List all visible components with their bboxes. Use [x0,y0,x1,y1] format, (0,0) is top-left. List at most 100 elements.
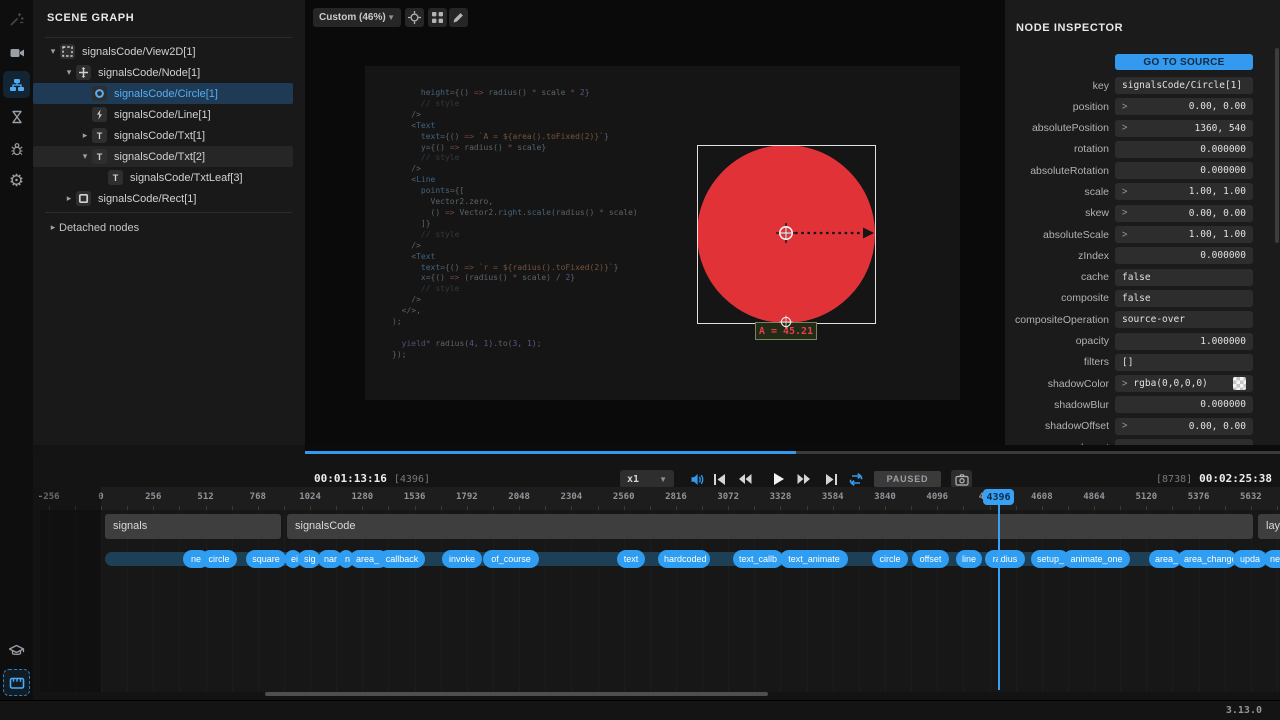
timeline-task-area_change[interactable]: area_change [1178,550,1236,568]
color-picker-button[interactable] [449,8,468,27]
go-to-source-button[interactable]: GO TO SOURCE [1115,54,1253,70]
tree-row[interactable]: ▾signalsCode/View2D[1] [33,41,293,62]
tree-row[interactable]: ▸signalsCode/Rect[1] [33,188,293,209]
tree-row[interactable]: TsignalsCode/TxtLeaf[3] [33,167,293,188]
property-label: composite [1005,292,1109,304]
zoom-select[interactable]: Custom (46%) ▼ [313,8,401,27]
property-value-position[interactable]: >0.00, 0.00 [1115,98,1253,115]
recenter-button[interactable] [405,8,424,27]
chevron-right-icon[interactable]: ▸ [47,222,59,233]
expand-chevron-icon[interactable]: > [1122,207,1127,219]
property-value-scale[interactable]: >1.00, 1.00 [1115,183,1253,200]
tree-row[interactable]: ▸TsignalsCode/Txt[1] [33,125,293,146]
property-value-opacity[interactable]: 1.000000 [1115,333,1253,350]
tree-row[interactable]: ▾signalsCode/Node[1] [33,62,293,83]
docs-icon[interactable] [3,637,30,664]
property-value-composite[interactable]: false [1115,290,1253,307]
timeline-task-text[interactable]: text [617,550,645,568]
property-value-key[interactable]: signalsCode/Circle[1] [1115,77,1253,94]
timeline-task-upda[interactable]: upda [1233,550,1267,568]
loop-button[interactable] [848,471,864,487]
chevron-right-icon[interactable]: ▸ [62,193,76,204]
timeline-task-circle[interactable]: circle [201,550,237,568]
tree-row[interactable]: signalsCode/Circle[1] [33,83,293,104]
color-swatch[interactable] [1233,377,1246,390]
timeline-task-animate_one[interactable]: animate_one [1063,550,1130,568]
scene-canvas[interactable]: height={() => radius() * scale * 2} // s… [365,66,960,400]
timeline-task-radius[interactable]: radius [985,550,1025,568]
timeline-task-circle[interactable]: circle [872,550,908,568]
expand-chevron-icon[interactable]: > [1122,229,1127,241]
timeline-task-hardcoded[interactable]: hardcoded [658,550,710,568]
property-value-skew[interactable]: >0.00, 0.00 [1115,205,1253,222]
property-value-text: signalsCode/Circle[1] [1122,80,1246,91]
timeline-task-line[interactable]: line [956,550,982,568]
timeline-task-square[interactable]: square [246,550,286,568]
time-events-icon[interactable] [3,103,30,130]
timeline-task-area_[interactable]: area_ [1149,550,1181,568]
property-label: absolutePosition [1005,122,1109,134]
expand-chevron-icon[interactable]: > [1122,420,1127,432]
effects-icon[interactable] [3,5,30,32]
scene-block-lay[interactable]: lay [1258,514,1280,539]
rewind-icon [738,473,752,485]
snapshot-button[interactable] [951,470,972,488]
scene-graph-icon[interactable] [3,71,30,98]
scene-block-signals[interactable]: signals [105,514,281,539]
version-label: 3.13.0 [1226,705,1262,716]
property-value-absoluteRotation[interactable]: 0.000000 [1115,162,1253,179]
playhead-badge[interactable]: 4396 [983,489,1014,505]
property-value-zIndex[interactable]: 0.000000 [1115,247,1253,264]
chevron-down-icon[interactable]: ▾ [78,151,92,162]
timeline-task-offset[interactable]: offset [912,550,949,568]
property-value-filters[interactable]: [] [1115,354,1253,371]
settings-icon[interactable]: ⚙ [3,167,30,194]
loop-icon [848,472,864,487]
detached-nodes-toggle[interactable]: ▸ Detached nodes [47,219,139,236]
property-value-absoluteScale[interactable]: >1.00, 1.00 [1115,226,1253,243]
timeline-scrollbar[interactable] [265,692,768,696]
tree-row[interactable]: ▾TsignalsCode/Txt[2] [33,146,293,167]
fast-forward-button[interactable] [796,471,812,487]
property-value-absolutePosition[interactable]: >1360, 540 [1115,120,1253,137]
property-value-shadowOffset[interactable]: >0.00, 0.00 [1115,418,1253,435]
console-icon[interactable] [3,135,30,162]
timeline-task-invoke[interactable]: invoke [442,550,482,568]
scene-block-signalsCode[interactable]: signalsCode [287,514,1253,539]
ruler-tick-label: 5120 [1135,492,1157,502]
timeline-task-text_callb[interactable]: text_callb [733,550,783,568]
timeline-task-nex[interactable]: nex [1264,550,1280,568]
timeline-task-text_animate[interactable]: text_animate [780,550,848,568]
expand-chevron-icon[interactable]: > [1122,378,1127,390]
timeline-task-of_course[interactable]: of_course [483,550,539,568]
property-label: shadowBlur [1005,399,1109,411]
timeline-task-sig[interactable]: sig [298,550,320,568]
inspector-scrollbar[interactable] [1275,48,1279,243]
chevron-right-icon[interactable]: ▸ [78,130,92,141]
property-value-cache[interactable]: false [1115,269,1253,286]
rewind-button[interactable] [737,471,753,487]
property-value-shadowBlur[interactable]: 0.000000 [1115,396,1253,413]
chevron-down-icon[interactable]: ▾ [62,67,76,78]
expand-chevron-icon[interactable]: > [1122,101,1127,113]
timeline-task-callback[interactable]: callback [379,550,425,568]
ruler-tick-label: 2304 [561,492,583,502]
expand-chevron-icon[interactable]: > [1122,186,1127,198]
tree-row[interactable]: signalsCode/Line[1] [33,104,293,125]
chevron-down-icon[interactable]: ▾ [46,46,60,57]
property-value-shadowColor[interactable]: >rgba(0,0,0,0) [1115,375,1253,392]
skip-end-button[interactable] [823,471,839,487]
play-button[interactable] [770,471,786,487]
property-value-rotation[interactable]: 0.000000 [1115,141,1253,158]
ruler-tick-label: 3328 [770,492,792,502]
timeline-icon[interactable] [3,669,30,696]
speed-select[interactable]: x1 ▼ [620,470,674,488]
property-value-compositeOperation[interactable]: source-over [1115,311,1253,328]
timeline-ruler[interactable]: -256025651276810241280153617922048230425… [40,487,1280,511]
skip-start-icon [713,473,726,486]
video-settings-icon[interactable] [3,39,30,66]
mute-button[interactable] [689,471,705,487]
skip-start-button[interactable] [711,471,727,487]
expand-chevron-icon[interactable]: > [1122,122,1127,134]
grid-toggle-button[interactable] [428,8,447,27]
